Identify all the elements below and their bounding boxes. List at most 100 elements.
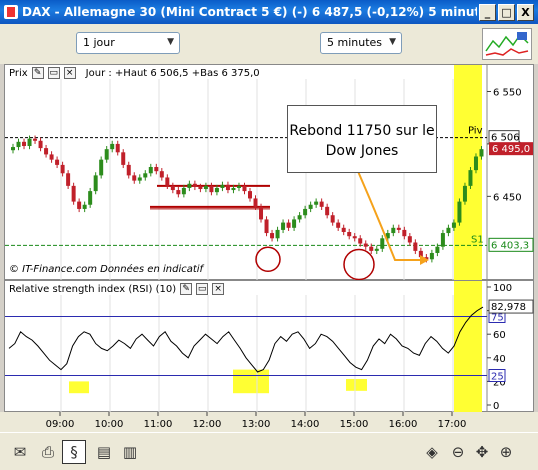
candle-body — [429, 252, 434, 260]
move-icon[interactable]: ✥ — [470, 440, 494, 464]
candle-body — [121, 152, 126, 165]
callout-arrow-head — [420, 255, 429, 265]
candle-body — [11, 147, 15, 151]
mail-icon[interactable]: ✉ — [8, 440, 32, 464]
rsi-level-label: 75 — [491, 313, 504, 324]
close-button[interactable]: X — [517, 3, 534, 21]
candle-body — [451, 222, 456, 228]
candle-body — [336, 222, 341, 228]
candle-body — [308, 204, 313, 209]
candle-body — [330, 215, 335, 223]
window-icon[interactable]: ▭ — [196, 283, 209, 295]
maximize-button[interactable]: □ — [498, 3, 515, 21]
time-label: 16:00 — [389, 419, 418, 430]
candle-body — [104, 149, 109, 160]
candle-body — [242, 185, 247, 192]
pivot-value: 6 506 — [491, 133, 520, 144]
time-label: 13:00 — [242, 419, 271, 430]
chart-style-graphic — [485, 32, 529, 56]
candle-body — [264, 219, 269, 234]
close-icon[interactable]: × — [212, 283, 225, 295]
wrench-icon[interactable]: ✎ — [180, 283, 193, 295]
candle-body — [27, 138, 32, 147]
candle-body — [220, 184, 225, 188]
time-axis-labels: 09:00 10:00 11:00 12:00 13:00 14:00 15:00 16:00… — [46, 412, 466, 430]
candle-body — [303, 208, 308, 216]
candle-body — [314, 201, 319, 205]
rsi-level-label: 25 — [491, 372, 504, 383]
chart-style-icon[interactable] — [482, 28, 532, 60]
candle-body — [479, 149, 484, 157]
price-panel-header: Prix ✎ ▭ × Jour : +Haut 6 506,5 +Bas 6 3… — [9, 67, 260, 79]
candle-body — [259, 206, 264, 220]
period-select[interactable]: 1 jour ▼ — [76, 32, 180, 54]
candle-body — [132, 175, 137, 181]
close-icon[interactable]: × — [63, 67, 76, 79]
interval-select[interactable]: 5 minutes ▼ — [320, 32, 402, 54]
y-tick-label: 0 — [493, 401, 499, 412]
candle-body — [352, 236, 357, 239]
candle-body — [214, 187, 219, 193]
candle-body — [126, 164, 131, 176]
chart-icon[interactable]: ▤ — [92, 440, 116, 464]
y-tick-label: 6 550 — [493, 87, 522, 98]
wrench-icon[interactable]: ✎ — [31, 67, 44, 79]
s1-label: S1 — [471, 234, 484, 245]
candle-body — [44, 148, 49, 155]
candle-body — [281, 222, 286, 230]
candle-body — [203, 185, 208, 190]
candle-body — [33, 138, 38, 141]
indicator-icon[interactable]: ▥ — [118, 440, 142, 464]
candle-body — [363, 243, 368, 247]
print-icon[interactable]: ⎙ — [36, 440, 60, 464]
candle-body — [292, 219, 297, 228]
candle-body — [286, 222, 291, 228]
time-label: 14:00 — [291, 419, 320, 430]
candle-body — [270, 233, 275, 239]
candle-body — [297, 215, 302, 220]
candle-body — [143, 173, 148, 178]
candle-body — [358, 238, 363, 244]
title-bar: DAX - Allemagne 30 (Mini Contract 5 €) (… — [0, 0, 538, 24]
candle-body — [440, 233, 445, 247]
rsi-panel[interactable]: 100806040200257582,978 Relative strength… — [4, 280, 534, 413]
s1-value: 6 403,3 — [491, 240, 529, 251]
minimize-button[interactable]: _ — [479, 3, 496, 21]
candle-body — [137, 177, 142, 181]
link-icon[interactable]: § — [62, 440, 86, 464]
price-chart: 6 5506 5006 450Piv6 506S16 403,36 495,0 — [5, 65, 534, 281]
chevron-down-icon: ▼ — [167, 37, 174, 47]
time-label: 09:00 — [46, 419, 75, 430]
candle-body — [49, 154, 54, 160]
candle-body — [457, 201, 462, 223]
y-tick-label: 6 450 — [493, 192, 522, 203]
price-panel[interactable]: 6 5506 5006 450Piv6 506S16 403,36 495,0 … — [4, 64, 534, 281]
oversold-highlight — [69, 381, 89, 394]
rsi-panel-header: Relative strength index (RSI) (10) ✎ ▭ × — [9, 283, 225, 295]
toolbar: 1 jour ▼ 5 minutes ▼ — [0, 24, 538, 64]
candle-body — [413, 242, 418, 251]
window-icon[interactable]: ▭ — [47, 67, 60, 79]
last-hour-highlight — [454, 281, 482, 413]
y-tick-label: 100 — [493, 283, 512, 294]
drawing-icon[interactable]: ◈ — [420, 440, 444, 464]
chevron-down-icon: ▼ — [389, 37, 396, 47]
interval-value: 5 minutes — [327, 36, 383, 49]
annotation-callout[interactable]: Rebond 11750 sur le Dow Jones — [287, 105, 437, 173]
candle-body — [77, 201, 82, 209]
candle-body — [347, 232, 352, 237]
candle-body — [275, 229, 280, 239]
candle-body — [435, 246, 440, 253]
time-label: 10:00 — [95, 419, 124, 430]
low-circle-1 — [255, 246, 281, 273]
candle-body — [248, 191, 252, 199]
last-value: 6 495,0 — [492, 144, 530, 155]
zoom-in-icon[interactable]: ⊕ — [494, 440, 518, 464]
candle-body — [253, 198, 258, 207]
bottom-toolbar: ✉ ⎙ § ▤ ▥ ◈ ⊖ ✥ ⊕ — [0, 432, 538, 470]
day-high-low: Jour : +Haut 6 506,5 +Bas 6 375,0 — [85, 67, 260, 79]
candle-body — [391, 227, 396, 234]
copyright-text: © IT-Finance.com Données en indicatif — [9, 264, 204, 275]
zoom-out-icon[interactable]: ⊖ — [446, 440, 470, 464]
candle-body — [402, 229, 407, 237]
